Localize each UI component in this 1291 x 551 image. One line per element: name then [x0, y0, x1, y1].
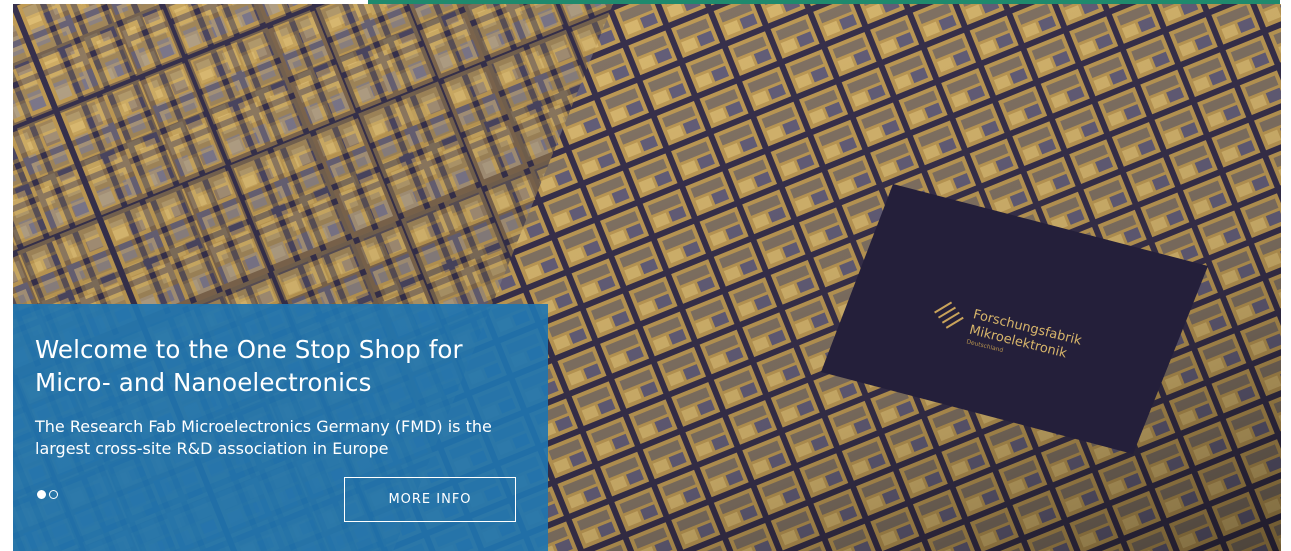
more-info-button[interactable]: MORE INFO	[344, 477, 516, 522]
slide-dot-1[interactable]	[37, 490, 46, 499]
welcome-box: Welcome to the One Stop Shop for Micro- …	[13, 304, 548, 551]
slide-indicator	[37, 490, 58, 499]
slide-dot-2[interactable]	[49, 490, 58, 499]
hero-title: Welcome to the One Stop Shop for Micro- …	[35, 335, 463, 397]
hero-subtitle: The Research Fab Microelectronics German…	[35, 417, 492, 458]
